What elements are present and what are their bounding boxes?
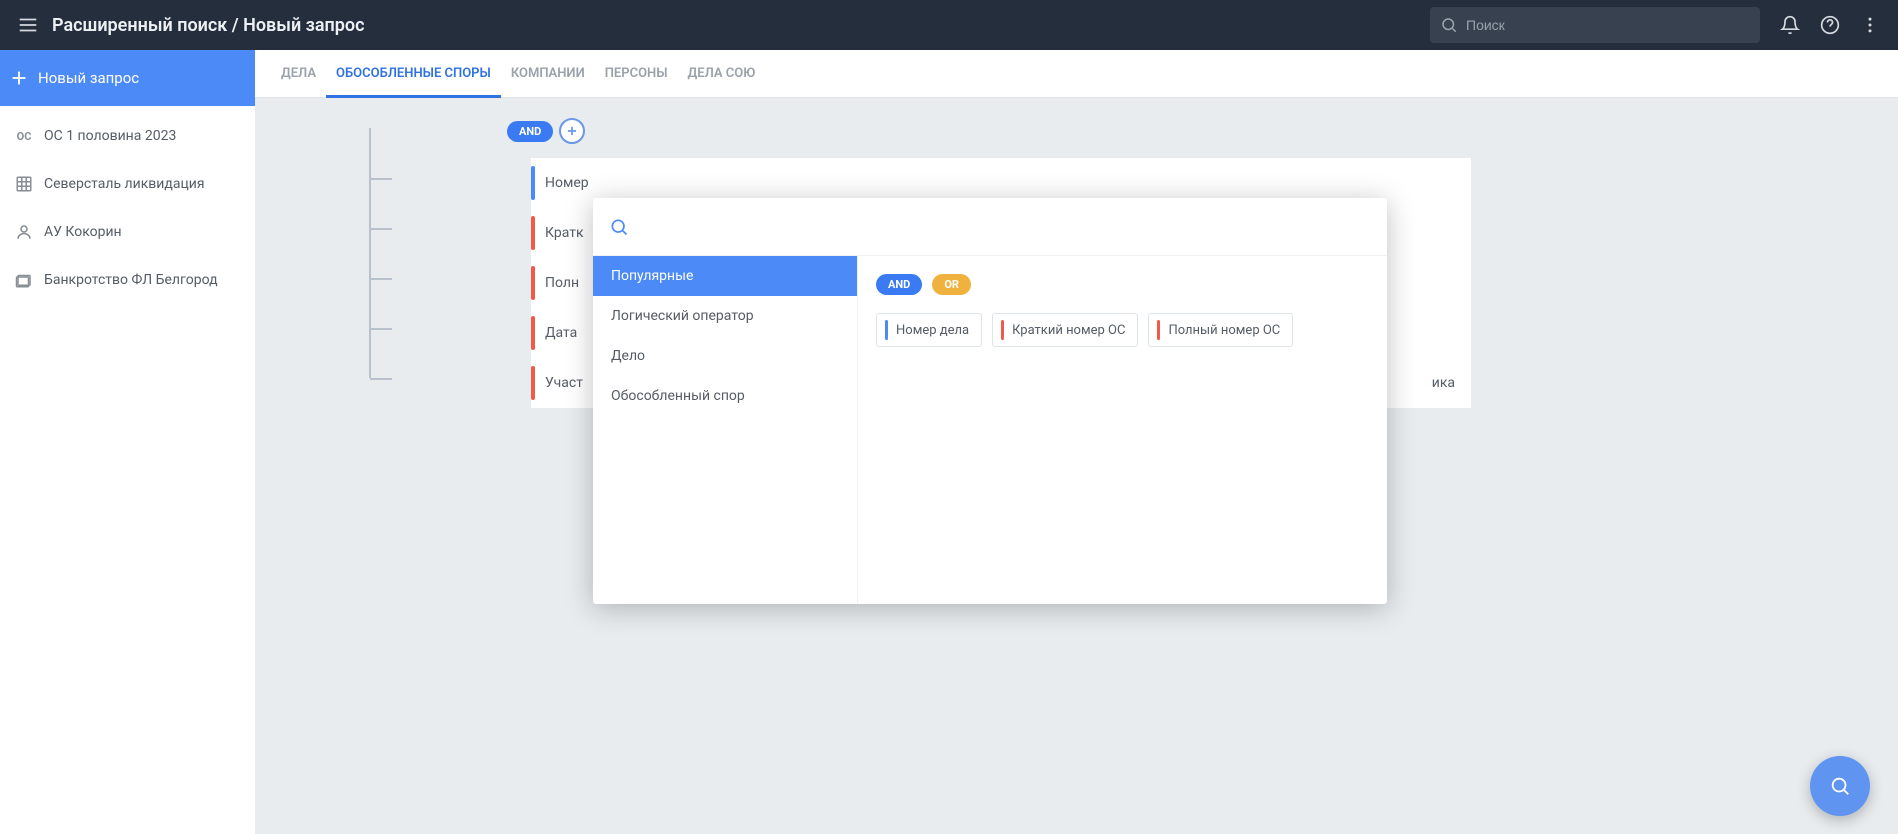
saved-query-label: Банкротство ФЛ Белгород [44,272,218,288]
category-logic-operator[interactable]: Логический оператор [593,296,857,336]
field-picker-popup: Популярные Логический оператор Дело Обос… [593,198,1387,604]
operator-chip-or[interactable]: OR [932,274,971,295]
operator-row: AND [507,118,1898,144]
sidebar: Новый запрос ОС ОС 1 половина 2023 Север… [0,50,255,834]
search-fab[interactable] [1810,756,1870,816]
popup-search-row [593,198,1387,256]
condition-label: Участ [545,375,583,391]
person-icon [12,223,36,241]
tree-stub [370,228,392,230]
saved-query-item[interactable]: АУ Кокорин [0,208,255,256]
folder-icon [12,271,36,289]
field-chip-full-oc-number[interactable]: Полный номер ОС [1148,313,1293,347]
saved-query-item[interactable]: Северсталь ликвидация [0,160,255,208]
operator-chip-and[interactable]: AND [876,274,922,295]
popup-body: Популярные Логический оператор Дело Обос… [593,256,1387,604]
popup-categories: Популярные Логический оператор Дело Обос… [593,256,858,604]
field-chip-label: Полный номер ОС [1168,323,1280,338]
condition-trailing-text: ика [1432,375,1455,391]
category-popular[interactable]: Популярные [593,256,857,296]
search-icon [1440,16,1458,34]
tree-stub [370,278,392,280]
plus-icon [565,124,579,138]
tree-wire [369,128,371,378]
saved-query-label: Северсталь ликвидация [44,176,205,192]
tab-cases[interactable]: Дела [271,50,326,98]
saved-query-label: АУ Кокорин [44,224,122,240]
tab-companies[interactable]: Компании [501,50,595,98]
operator-chips: AND OR [876,274,1369,295]
field-chip-short-oc-number[interactable]: Краткий номер ОС [992,313,1138,347]
marker-icon [1157,320,1160,340]
field-chips: Номер дела Краткий номер ОС Полный номер… [876,313,1369,347]
tab-isolated-disputes[interactable]: Обособленные споры [326,50,501,98]
new-query-label: Новый запрос [38,69,139,87]
condition-label: Дата [545,325,577,341]
query-canvas: AND Номер Кратк [255,98,1898,834]
saved-query-label: ОС 1 половина 2023 [44,128,176,144]
popup-search-input[interactable] [641,218,1371,236]
condition-marker [531,366,535,400]
condition-label: Кратк [545,225,584,241]
tree-stub [370,328,392,330]
operator-pill-and[interactable]: AND [507,121,553,142]
page-title: Расширенный поиск / Новый запрос [52,15,365,36]
popup-right-panel: AND OR Номер дела Краткий номер ОС [858,256,1387,604]
condition-marker [531,166,535,200]
search-input[interactable] [1466,17,1750,33]
main: Дела Обособленные споры Компании Персоны… [255,50,1898,834]
tab-persons[interactable]: Персоны [595,50,678,98]
new-query-button[interactable]: Новый запрос [0,50,255,106]
oc-icon: ОС [12,130,36,143]
company-icon [12,175,36,193]
condition-label: Полн [545,275,579,291]
global-search[interactable] [1430,7,1760,43]
tab-soyu-cases[interactable]: Дела СОЮ [678,50,766,98]
saved-query-item[interactable]: ОС ОС 1 половина 2023 [0,112,255,160]
search-icon [1829,775,1851,797]
more-icon[interactable] [1850,5,1890,45]
field-chip-label: Номер дела [896,323,969,338]
condition-marker [531,316,535,350]
marker-icon [885,320,888,340]
field-chip-label: Краткий номер ОС [1012,323,1125,338]
tree-stub [370,378,392,380]
saved-queries-list: ОС ОС 1 половина 2023 Северсталь ликвида… [0,106,255,304]
tree-stub [370,178,392,180]
notifications-icon[interactable] [1770,5,1810,45]
help-icon[interactable] [1810,5,1850,45]
menu-icon[interactable] [8,5,48,45]
app-header: Расширенный поиск / Новый запрос [0,0,1898,50]
category-case[interactable]: Дело [593,336,857,376]
condition-marker [531,266,535,300]
marker-icon [1001,320,1004,340]
search-icon [609,217,629,237]
category-isolated-dispute[interactable]: Обособленный спор [593,376,857,416]
condition-marker [531,216,535,250]
plus-icon [8,67,30,89]
saved-query-item[interactable]: Банкротство ФЛ Белгород [0,256,255,304]
field-chip-case-number[interactable]: Номер дела [876,313,982,347]
add-condition-button[interactable] [559,118,585,144]
tabs-bar: Дела Обособленные споры Компании Персоны… [255,50,1898,98]
condition-label: Номер [545,175,589,191]
